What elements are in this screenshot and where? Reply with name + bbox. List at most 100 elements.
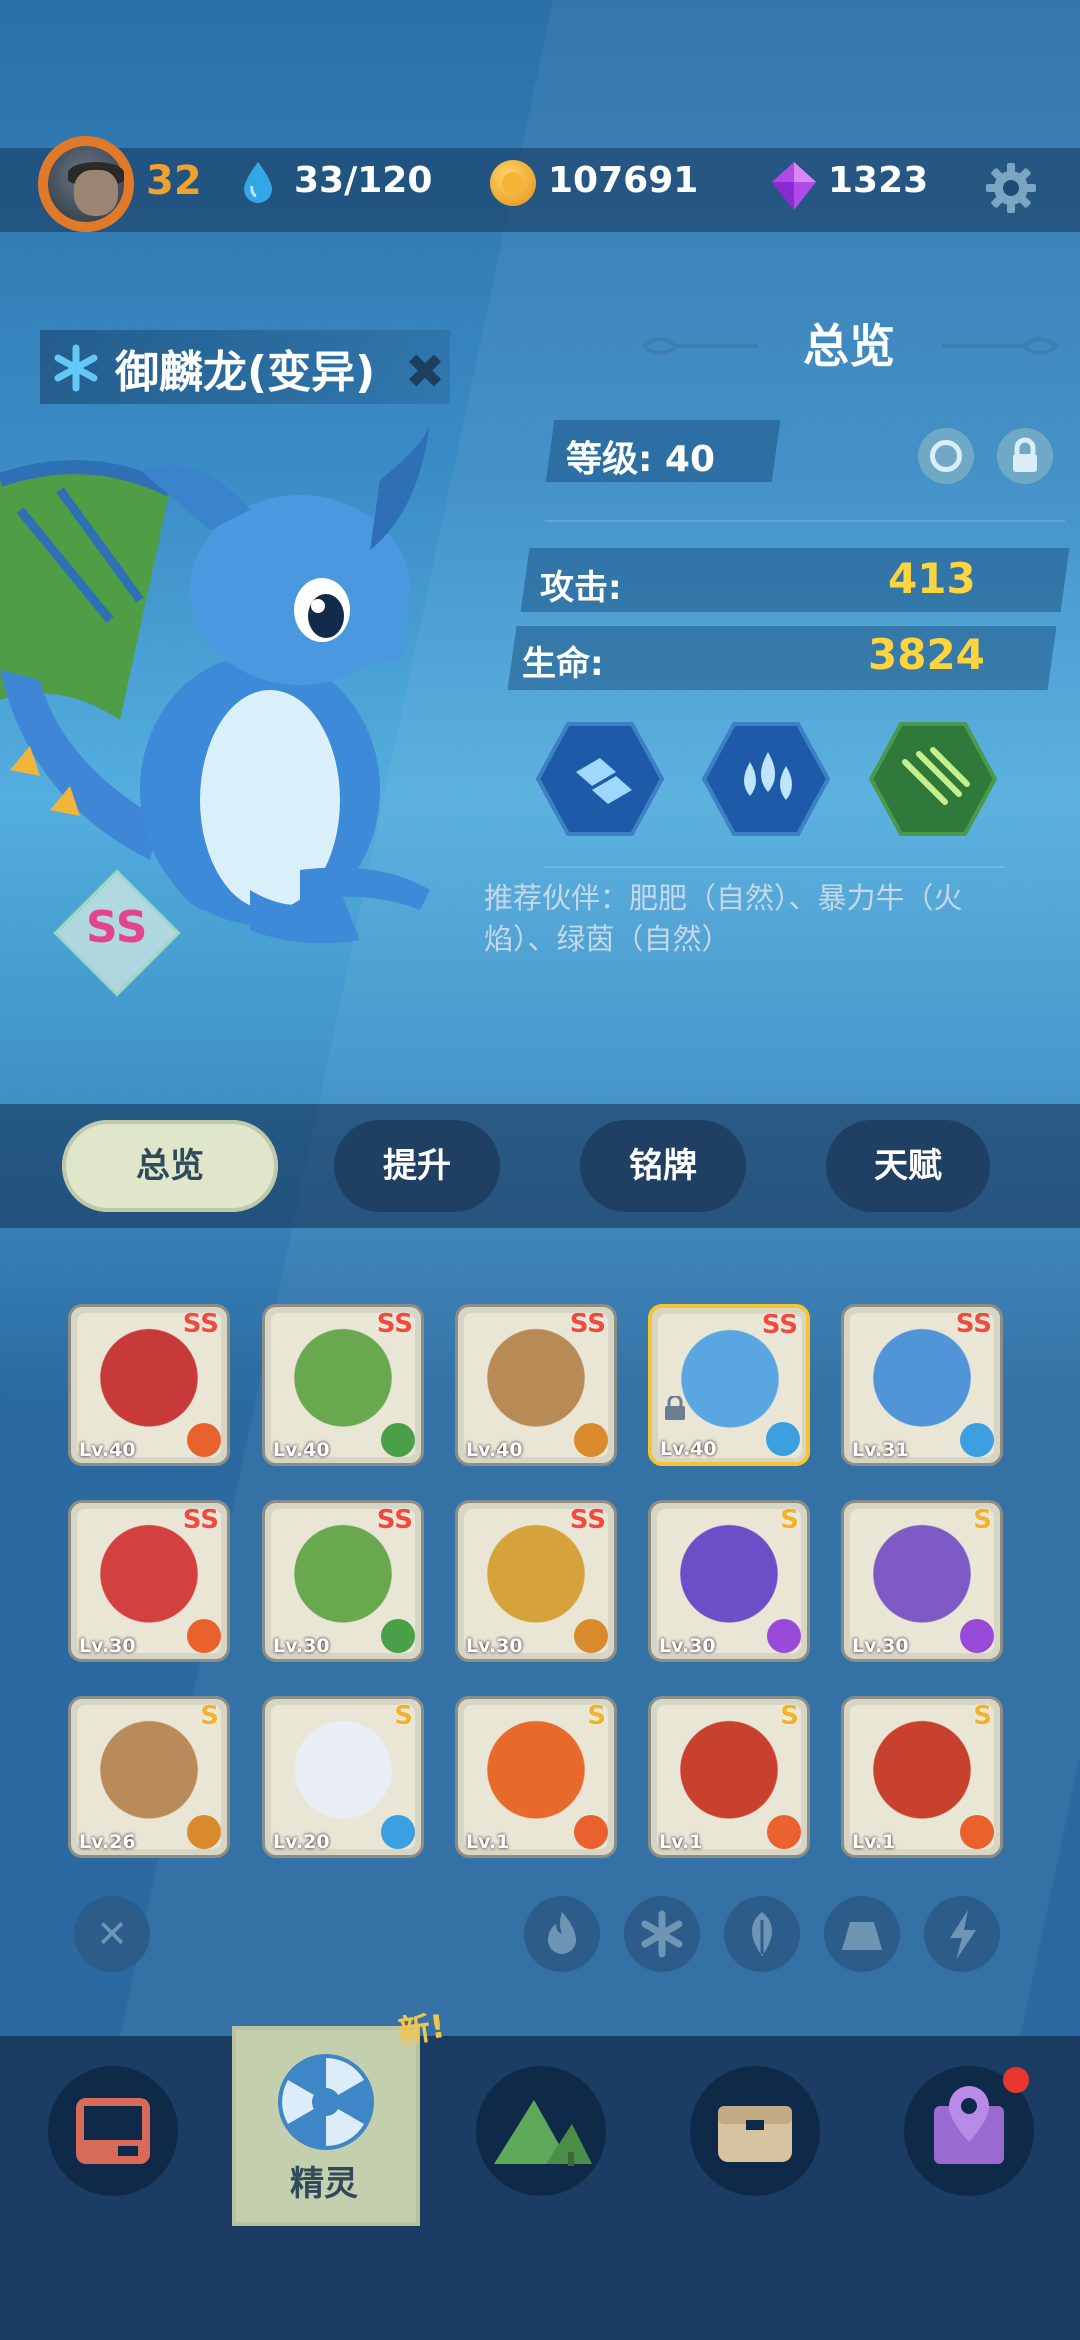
- pet-card[interactable]: SS Lv.31: [841, 1304, 1003, 1466]
- pet-level: Lv.30: [852, 1635, 909, 1657]
- nav-adventure-button[interactable]: [476, 2066, 606, 2196]
- earth-icon: [574, 1423, 608, 1457]
- ice-icon: [641, 1910, 683, 1958]
- leaf-icon: [381, 1619, 415, 1653]
- spirit-icon: [278, 2054, 374, 2150]
- tab-upgrade[interactable]: 提升: [334, 1120, 500, 1212]
- pet-rank: S: [780, 1505, 799, 1535]
- gem-icon: [772, 162, 816, 210]
- tab-nameplate[interactable]: 铭牌: [580, 1120, 746, 1212]
- bolt-icon: [960, 1619, 994, 1653]
- earth-icon: [187, 1815, 221, 1849]
- pet-level: Lv.40: [660, 1438, 717, 1460]
- pet-card[interactable]: S Lv.20: [262, 1696, 424, 1858]
- skill-2-icon[interactable]: [702, 722, 830, 836]
- pet-card[interactable]: SS Lv.30: [68, 1500, 230, 1662]
- ornament-right-icon: [942, 337, 1060, 355]
- pet-rank-label: SS: [86, 902, 148, 953]
- pet-level: 等级: 40: [566, 439, 716, 480]
- pet-card[interactable]: SS Lv.40: [262, 1304, 424, 1466]
- clear-filter-button[interactable]: ✕: [74, 1896, 150, 1972]
- dragon-portrait: [0, 420, 430, 944]
- pet-card[interactable]: SS Lv.30: [455, 1500, 617, 1662]
- pet-card[interactable]: S Lv.30: [841, 1500, 1003, 1662]
- lock-icon: [662, 1394, 688, 1420]
- filter-fire-button[interactable]: [524, 1896, 600, 1972]
- leaf-icon: [381, 1423, 415, 1457]
- ice-icon: [381, 1815, 415, 1849]
- pet-card[interactable]: S Lv.26: [68, 1696, 230, 1858]
- fire-icon: [187, 1423, 221, 1457]
- divider: [545, 520, 1065, 522]
- fire-icon: [960, 1815, 994, 1849]
- pet-rank: S: [973, 1701, 992, 1731]
- pet-level: Lv.31: [852, 1439, 909, 1461]
- pet-rank: S: [394, 1701, 413, 1731]
- fire-icon: [548, 1912, 576, 1954]
- pet-level: Lv.1: [659, 1831, 703, 1853]
- pet-rank: S: [780, 1701, 799, 1731]
- pet-rank: S: [200, 1701, 219, 1731]
- filter-nature-button[interactable]: [724, 1896, 800, 1972]
- pet-card[interactable]: SS Lv.40: [648, 1304, 810, 1466]
- filter-ice-button[interactable]: [624, 1896, 700, 1972]
- attack-label: 攻击:: [540, 568, 622, 608]
- pet-level: Lv.26: [79, 1831, 136, 1853]
- pet-card[interactable]: S Lv.1: [455, 1696, 617, 1858]
- bag-icon: [718, 2106, 792, 2162]
- view-button[interactable]: [918, 428, 974, 484]
- pet-card[interactable]: S Lv.1: [841, 1696, 1003, 1858]
- pet-rank: S: [587, 1701, 606, 1731]
- pet-rank: SS: [182, 1309, 219, 1339]
- pet-rank: SS: [376, 1309, 413, 1339]
- pet-rank: SS: [569, 1309, 606, 1339]
- hp-value: 3824: [868, 630, 985, 679]
- attack-value: 413: [888, 554, 976, 603]
- bolt-icon: [950, 1910, 976, 1960]
- ornament-left-icon: [640, 337, 758, 355]
- stamina-count: 33/120: [294, 160, 433, 201]
- pet-card[interactable]: SS Lv.30: [262, 1500, 424, 1662]
- pet-rank: SS: [376, 1505, 413, 1535]
- divider: [545, 866, 1005, 868]
- mountain-icon: [494, 2100, 592, 2166]
- earth-icon: [842, 1922, 882, 1950]
- tab-overview[interactable]: 总览: [62, 1120, 278, 1212]
- pet-level: Lv.20: [273, 1831, 330, 1853]
- pet-card[interactable]: SS Lv.40: [68, 1304, 230, 1466]
- new-tag: 新!: [395, 2006, 448, 2052]
- stamina-drop-icon: [244, 162, 272, 203]
- pet-level: Lv.30: [79, 1635, 136, 1657]
- gem-count: 1323: [828, 160, 929, 201]
- pet-card[interactable]: S Lv.30: [648, 1500, 810, 1662]
- settings-gear-icon[interactable]: [985, 162, 1037, 214]
- filter-earth-button[interactable]: [824, 1896, 900, 1972]
- pet-level: Lv.40: [79, 1439, 136, 1461]
- coin-count: 107691: [548, 160, 699, 201]
- tab-talent[interactable]: 天赋: [826, 1120, 990, 1212]
- leaf-icon: [752, 1912, 772, 1956]
- pet-card[interactable]: SS Lv.40: [455, 1304, 617, 1466]
- coin-icon: [490, 160, 536, 206]
- skill-1-icon[interactable]: [536, 722, 664, 836]
- nav-bag-button[interactable]: [690, 2066, 820, 2196]
- pet-level: Lv.30: [659, 1635, 716, 1657]
- filter-thunder-button[interactable]: [924, 1896, 1000, 1972]
- pet-level: Lv.30: [466, 1635, 523, 1657]
- shop-icon: [76, 2098, 150, 2164]
- pet-name: 御麟龙(变异): [115, 347, 376, 398]
- skill-3-icon[interactable]: [869, 722, 997, 836]
- pet-level: Lv.40: [273, 1439, 330, 1461]
- bolt-icon: [767, 1619, 801, 1653]
- pet-card[interactable]: S Lv.1: [648, 1696, 810, 1858]
- pet-rank: SS: [761, 1310, 798, 1340]
- fire-icon: [574, 1815, 608, 1849]
- player-avatar[interactable]: [38, 136, 134, 232]
- lock-icon[interactable]: [997, 428, 1053, 484]
- nav-shop-button[interactable]: [48, 2066, 178, 2196]
- pet-rank: SS: [569, 1505, 606, 1535]
- pet-level: Lv.1: [466, 1831, 510, 1853]
- pet-rank: SS: [182, 1505, 219, 1535]
- fire-icon: [767, 1815, 801, 1849]
- nav-spirit-label: 精灵: [290, 2164, 358, 2204]
